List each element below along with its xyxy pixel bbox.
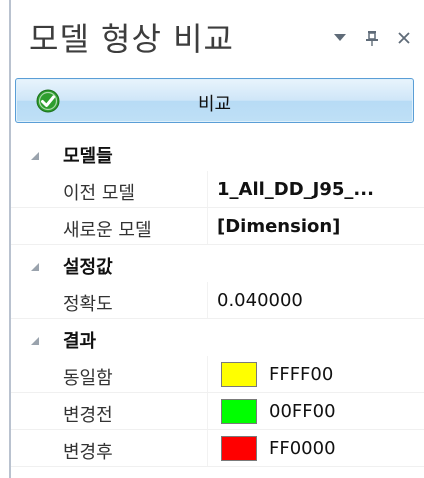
compare-button-label: 비교 bbox=[197, 94, 232, 115]
property-row-accuracy[interactable]: 정확도 0.040000 bbox=[11, 282, 424, 319]
property-row-previous-model[interactable]: 이전 모델 1_All_DD_J95_... bbox=[11, 171, 424, 208]
property-name: 변경후 bbox=[63, 442, 113, 463]
color-swatch-same[interactable] bbox=[221, 362, 257, 387]
model-compare-panel: 모델 형상 비교 비교 모델들 이전 모델 1_All_DD_J95_... 새… bbox=[0, 0, 424, 478]
category-settings[interactable]: 설정값 bbox=[11, 245, 424, 282]
category-label: 결과 bbox=[63, 331, 97, 352]
property-row-same[interactable]: 동일함 FFFF00 bbox=[11, 356, 424, 393]
panel-header: 모델 형상 비교 bbox=[11, 0, 424, 78]
property-row-after[interactable]: 변경후 FF0000 bbox=[11, 430, 424, 467]
property-value[interactable]: 1_All_DD_J95_... bbox=[217, 179, 374, 200]
property-name: 동일함 bbox=[63, 368, 113, 389]
property-value[interactable]: 0.040000 bbox=[217, 290, 303, 311]
expand-triangle-icon[interactable] bbox=[30, 146, 40, 160]
pin-icon[interactable] bbox=[364, 30, 380, 46]
category-label: 모델들 bbox=[63, 146, 113, 167]
category-label: 설정값 bbox=[63, 257, 113, 278]
color-swatch-before[interactable] bbox=[221, 399, 257, 424]
property-row-before[interactable]: 변경전 00FF00 bbox=[11, 393, 424, 430]
panel-title: 모델 형상 비교 bbox=[29, 20, 234, 58]
column-divider bbox=[207, 393, 208, 429]
property-name: 정확도 bbox=[63, 294, 113, 315]
category-results[interactable]: 결과 bbox=[11, 319, 424, 356]
column-divider bbox=[207, 356, 208, 392]
property-name: 이전 모델 bbox=[63, 183, 135, 204]
property-name: 변경전 bbox=[63, 405, 113, 426]
expand-triangle-icon[interactable] bbox=[30, 331, 40, 345]
color-value: FF0000 bbox=[269, 438, 336, 459]
expand-triangle-icon[interactable] bbox=[30, 257, 40, 271]
column-divider bbox=[207, 430, 208, 466]
column-divider bbox=[207, 282, 208, 318]
property-grid: 모델들 이전 모델 1_All_DD_J95_... 새로운 모델 [Dimen… bbox=[11, 134, 424, 467]
property-row-new-model[interactable]: 새로운 모델 [Dimension] bbox=[11, 208, 424, 245]
category-models[interactable]: 모델들 bbox=[11, 134, 424, 171]
dropdown-icon[interactable] bbox=[332, 30, 348, 46]
property-name: 새로운 모델 bbox=[63, 220, 152, 241]
color-value: FFFF00 bbox=[269, 364, 334, 385]
close-icon[interactable] bbox=[396, 30, 412, 46]
compare-button[interactable]: 비교 bbox=[15, 78, 414, 123]
panel-header-controls bbox=[332, 30, 412, 46]
column-divider bbox=[207, 171, 208, 207]
color-swatch-after[interactable] bbox=[221, 436, 257, 461]
column-divider bbox=[207, 208, 208, 244]
color-value: 00FF00 bbox=[269, 401, 336, 422]
property-value[interactable]: [Dimension] bbox=[217, 216, 340, 237]
